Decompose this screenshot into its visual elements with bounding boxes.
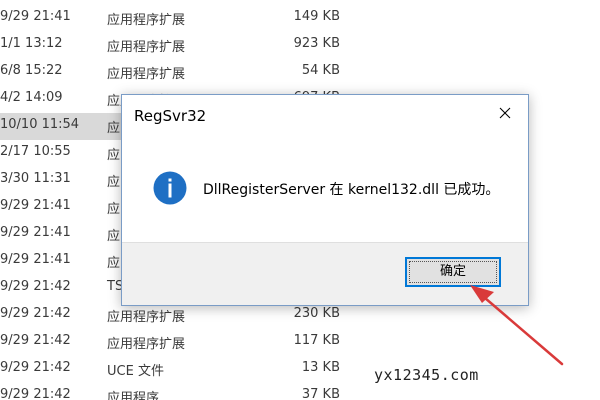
dialog-message: DllRegisterServer 在 kernel132.dll 已成功。 (203, 182, 500, 198)
file-size: 149 KB (293, 9, 340, 24)
file-date: 6/8 15:22 (0, 63, 63, 78)
file-date: 2/17 10:55 (0, 144, 71, 159)
file-size: 923 KB (293, 36, 340, 51)
dialog-body: DllRegisterServer 在 kernel132.dll 已成功。 (122, 137, 528, 242)
file-type: UCE 文件 (107, 364, 164, 379)
dialog-footer: 确定 (122, 242, 528, 305)
file-date: 10/10 11:54 (0, 117, 80, 132)
file-date: 9/29 21:41 (0, 9, 71, 24)
file-type: 应用程序扩展 (107, 337, 186, 352)
file-type: 应 (107, 202, 121, 217)
file-row[interactable]: 6/8 15:22 应用程序扩展 54 KB (0, 59, 600, 86)
file-size: 230 KB (293, 306, 340, 321)
file-row[interactable]: 9/29 21:41 应用程序扩展 149 KB (0, 5, 600, 32)
file-row[interactable]: 9/29 21:42 UCE 文件 13 KB (0, 356, 600, 383)
file-date: 4/2 14:09 (0, 90, 63, 105)
file-size: 54 KB (301, 63, 340, 78)
file-type: 应用程序扩展 (107, 13, 186, 28)
screenshot-stage: 9/29 21:41 应用程序扩展 149 KB 1/1 13:12 应用程序扩展 923… (0, 0, 600, 400)
file-type: 应 (107, 121, 121, 136)
file-type: 应用程序扩展 (107, 40, 186, 55)
file-date: 9/29 21:42 (0, 387, 71, 400)
file-date: 3/30 11:31 (0, 171, 71, 186)
info-icon (153, 171, 187, 205)
close-button[interactable] (482, 95, 528, 131)
file-row[interactable]: 9/29 21:42 应用程序扩展 117 KB (0, 329, 600, 356)
file-date: 1/1 13:12 (0, 36, 63, 51)
file-type: 应用程序 (107, 391, 160, 400)
file-type: 应用程序扩展 (107, 67, 186, 82)
file-date: 9/29 21:42 (0, 360, 71, 375)
regsvr32-dialog: RegSvr32 DllRegisterServer 在 kernel132.d… (121, 94, 529, 306)
dialog-titlebar[interactable]: RegSvr32 (122, 95, 528, 137)
ok-button[interactable]: 确定 (405, 257, 501, 287)
file-size: 37 KB (301, 387, 340, 400)
file-date: 9/29 21:42 (0, 306, 71, 321)
file-row[interactable]: 9/29 21:42 应用程序扩展 230 KB (0, 302, 600, 329)
close-icon (499, 107, 511, 119)
watermark: yx12345.com (374, 366, 479, 384)
file-type: 应用程序扩展 (107, 310, 186, 325)
file-date: 9/29 21:42 (0, 279, 71, 294)
file-date: 9/29 21:42 (0, 333, 71, 348)
file-size: 13 KB (301, 360, 340, 375)
ok-button-label: 确定 (439, 264, 466, 279)
file-size: 117 KB (293, 333, 340, 348)
file-type: 应 (107, 256, 121, 271)
file-type: 应 (107, 175, 121, 190)
file-row[interactable]: 1/1 13:12 应用程序扩展 923 KB (0, 32, 600, 59)
file-date: 9/29 21:41 (0, 198, 71, 213)
file-date: 9/29 21:41 (0, 225, 71, 240)
file-type: 应 (107, 229, 121, 244)
file-row[interactable]: 10/10 11:54 应 (0, 113, 130, 140)
dialog-title: RegSvr32 (134, 107, 207, 125)
file-date: 9/29 21:41 (0, 252, 71, 267)
file-row[interactable]: 9/29 21:42 应用程序 37 KB (0, 383, 600, 400)
file-type: 应 (107, 148, 121, 163)
